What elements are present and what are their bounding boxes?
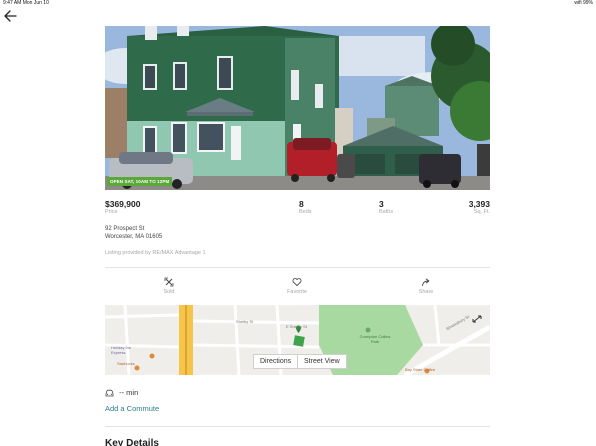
commute-minutes: -- min: [119, 388, 139, 398]
map-label-hotel: Holiday Inn Express: [111, 345, 132, 355]
status-bar: 9:47 AM Mon Jun 10 wifi 99%: [0, 0, 596, 7]
map-label-shelby-st: Shelby St: [236, 319, 254, 324]
stat-beds: 8 Beds: [299, 199, 312, 219]
map-expand-button[interactable]: [470, 312, 484, 324]
key-details-heading: Key Details: [105, 438, 159, 446]
street-view-button[interactable]: Street View: [297, 354, 347, 369]
price-value: $369,900: [105, 199, 141, 209]
address-line2: Worcester, MA 01605: [105, 234, 163, 240]
listing-photo[interactable]: [105, 26, 490, 190]
share-label: Share: [418, 289, 434, 295]
beds-label: Beds: [299, 209, 312, 215]
sold-button[interactable]: Sold: [149, 277, 189, 295]
baths-value: 3: [379, 199, 384, 209]
sqft-value: 3,393: [468, 199, 490, 209]
stat-baths: 3 Baths: [379, 199, 393, 219]
map-label-coffee: Bay State Coffee: [405, 367, 436, 372]
price-label: Price: [105, 209, 118, 215]
commute-time: -- min: [105, 388, 138, 398]
add-commute-link[interactable]: Add a Commute: [105, 404, 159, 413]
open-house-badge: OPEN SAT, 10AM TO 12PM: [107, 177, 173, 186]
divider: [105, 426, 490, 427]
status-time: 9:47 AM Mon Jun 10: [3, 0, 49, 6]
directions-button[interactable]: Directions: [253, 354, 299, 369]
favorite-label: Favorite: [287, 289, 307, 295]
divider: [105, 267, 490, 268]
arrow-left-icon: [4, 10, 17, 22]
heart-icon: [292, 278, 302, 287]
map-label-park: Crompton Collins Park: [359, 334, 391, 344]
address-line1: 92 Prospect St: [105, 226, 145, 232]
sqft-label: Sq. Ft.: [473, 209, 490, 215]
share-arrow-icon: [422, 278, 430, 286]
nav-bar: [0, 7, 596, 26]
map-label-starbucks: Starbucks: [117, 361, 135, 366]
share-button[interactable]: Share: [406, 277, 446, 295]
car-icon: [105, 389, 114, 397]
map-label-e-shelby-st: E Shelby St: [286, 324, 307, 329]
favorite-button[interactable]: Favorite: [277, 277, 317, 295]
sold-label: Sold: [163, 289, 175, 295]
baths-label: Baths: [379, 209, 394, 215]
back-button[interactable]: [2, 9, 18, 23]
address: 92 Prospect St Worcester, MA 01605: [105, 225, 162, 241]
listing-provider: Listing provided by RE/MAX Advantage 1: [105, 250, 206, 256]
stat-sqft: 3,393 Sq. Ft.: [455, 199, 490, 219]
beds-value: 8: [299, 199, 304, 209]
status-indicators: wifi 99%: [574, 0, 593, 6]
sold-x-icon: [164, 277, 174, 287]
expand-icon: [472, 315, 482, 323]
stat-price: $369,900 Price: [105, 199, 140, 219]
